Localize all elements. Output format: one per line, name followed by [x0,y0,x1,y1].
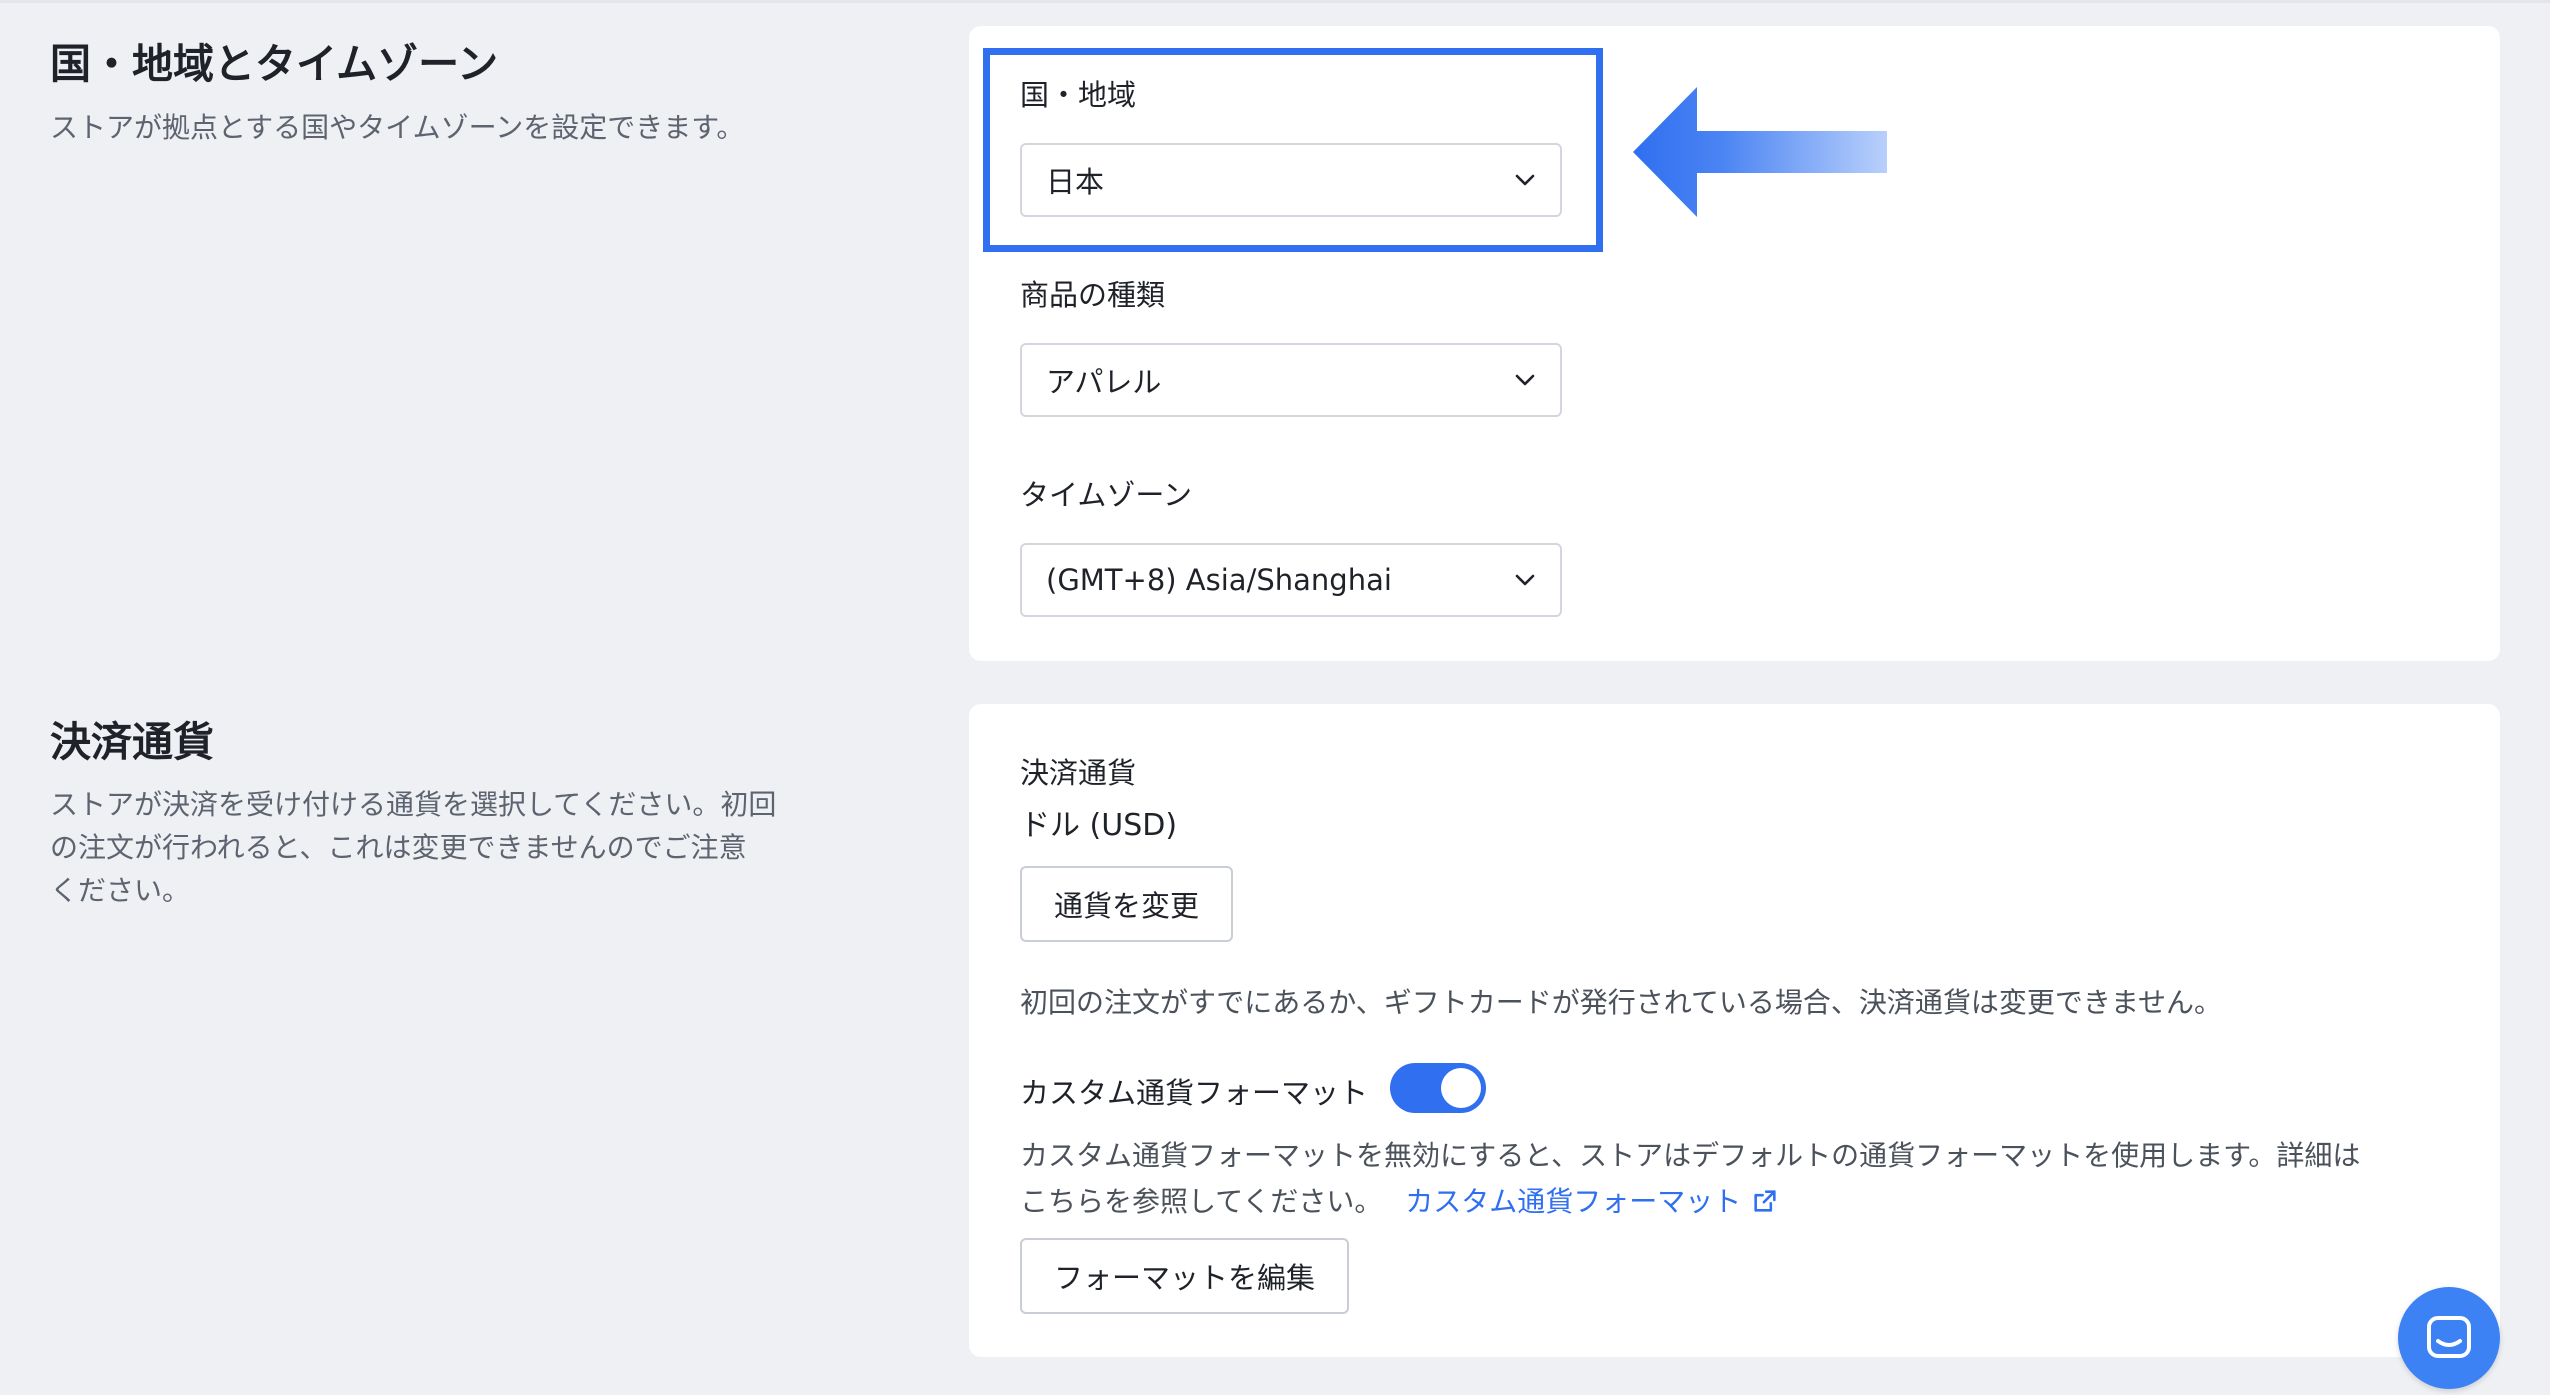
country-highlight-box [983,48,1603,252]
custom-format-description-line2: こちらを参照してください。 カスタム通貨フォーマット [1020,1180,1779,1220]
currency-section-description: ストアが決済を受け付ける通貨を選択してください。初回 の注文が行われると、これは… [50,783,776,912]
timezone-label: タイムゾーン [1020,478,1192,512]
region-section-title: 国・地域とタイムゾーン [50,40,499,88]
timezone-select-value: (GMT+8) Asia/Shanghai [1046,563,1392,597]
currency-label: 決済通貨 [1020,756,1137,790]
custom-format-description-line1: カスタム通貨フォーマットを無効にすると、ストアはデフォルトの通貨フォーマットを使… [1020,1139,2361,1172]
chat-button[interactable] [2398,1287,2500,1389]
currency-description-line: ください。 [50,874,191,907]
currency-value: ドル (USD) [1020,808,1178,843]
currency-description-line: の注文が行われると、これは変更できませんのでご注意 [50,831,747,864]
chevron-down-icon [1515,574,1535,586]
chat-icon [2427,1316,2471,1358]
product-type-select[interactable]: アパレル [1020,343,1562,417]
edit-format-button[interactable]: フォーマットを編集 [1020,1238,1350,1314]
custom-format-link[interactable]: カスタム通貨フォーマット [1405,1185,1779,1218]
region-section-description: ストアが拠点とする国やタイムゾーンを設定できます。 [50,111,745,144]
currency-description-line: ストアが決済を受け付ける通貨を選択してください。初回 [50,788,777,821]
top-divider [0,0,2550,3]
currency-change-note: 初回の注文がすでにあるか、ギフトカードが発行されている場合、決済通貨は変更できま… [1020,986,2223,1019]
product-type-label: 商品の種類 [1020,278,1166,312]
timezone-select[interactable]: (GMT+8) Asia/Shanghai [1020,543,1562,617]
custom-format-toggle[interactable] [1390,1063,1486,1113]
left-arrow-icon [1633,87,1887,217]
custom-format-description-text: こちらを参照してください。 [1020,1185,1383,1218]
external-link-icon [1754,1190,1776,1212]
currency-section-title: 決済通貨 [50,718,214,766]
toggle-knob [1441,1068,1481,1108]
product-type-select-value: アパレル [1046,365,1162,399]
change-currency-button[interactable]: 通貨を変更 [1020,866,1234,942]
custom-format-link-text: カスタム通貨フォーマット [1405,1185,1742,1218]
custom-format-label: カスタム通貨フォーマット [1020,1076,1369,1110]
chevron-down-icon [1515,374,1535,386]
